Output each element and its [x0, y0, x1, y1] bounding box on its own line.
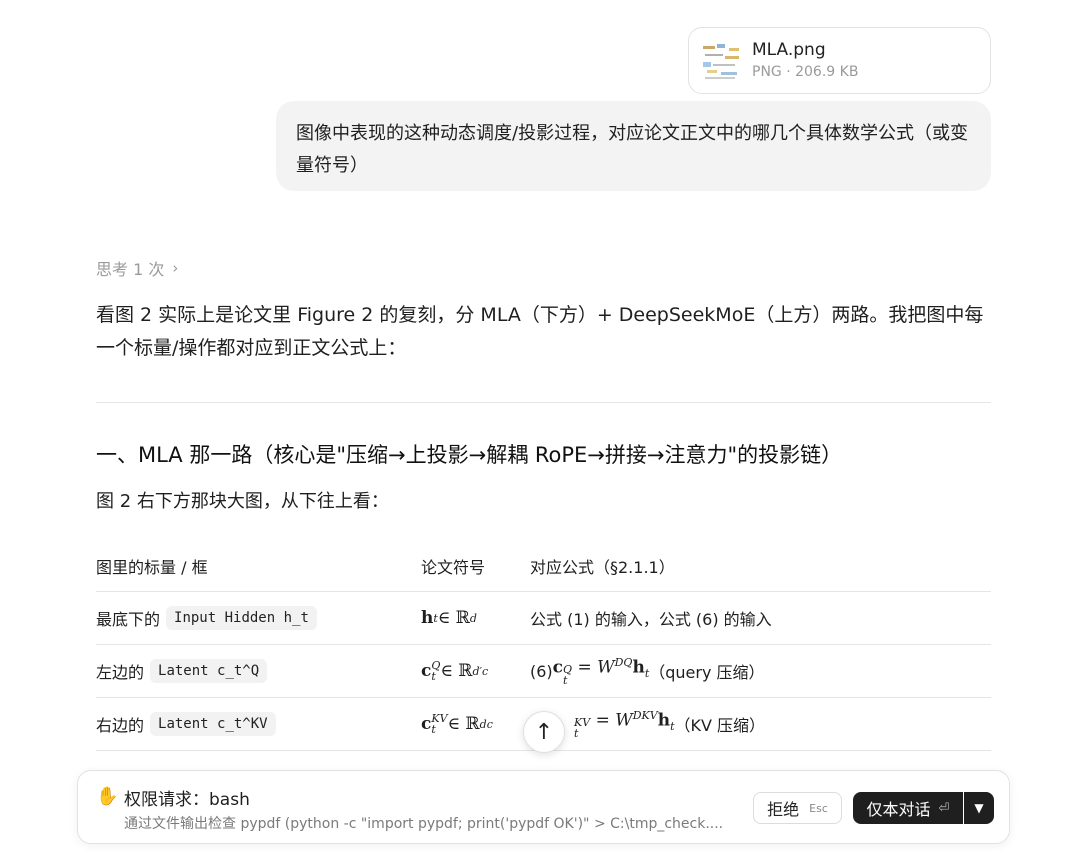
row-prefix: 左边的 [96, 663, 145, 682]
file-name: MLA.png [752, 40, 826, 60]
row-prefix: 最底下的 [96, 610, 161, 629]
table-header-row: 图里的标量 / 框 论文符号 对应公式（§2.1.1） [96, 540, 991, 592]
formula-ref: 公式 (1) 的输入，公式 (6) 的输入 [530, 610, 772, 629]
arrow-up-icon: ↑ [534, 719, 554, 745]
more-options-button[interactable]: ▼ [964, 792, 994, 824]
paper-symbol: c KV t ∈ ℝdc [421, 712, 493, 736]
table-header-cell: 论文符号 [421, 557, 486, 577]
scroll-up-button[interactable]: ↑ [523, 711, 565, 753]
image-thumbnail [701, 42, 743, 82]
table-row: 最底下的 Input Hidden h_t ht ∈ ℝd 公式 (1) 的输入… [96, 592, 991, 645]
shortcut-hint: Esc [809, 801, 828, 815]
table-header-cell: 图里的标量 / 框 [96, 557, 208, 577]
paper-symbol: cQt ∈ ℝd′c [421, 659, 489, 683]
thinking-label: 思考 1 次 [96, 260, 165, 279]
attachment-card[interactable]: MLA.png PNG · 206.9 KB [688, 27, 991, 94]
answer-intro: 看图 2 实际上是论文里 Figure 2 的复刻，分 MLA（下方）+ Dee… [96, 304, 984, 359]
table-row: 左边的 Latent c_t^Q cQt ∈ ℝd′c (6) cQt = WD… [96, 645, 991, 698]
paper-symbol: ht ∈ ℝd [421, 608, 477, 628]
row-prefix: 右边的 [96, 716, 145, 735]
permission-title: 权限请求：bash [124, 790, 250, 810]
file-meta: PNG · 206.9 KB [752, 64, 859, 80]
hand-icon: ✋ [96, 786, 119, 807]
reject-button[interactable]: 拒绝 Esc [753, 792, 842, 824]
table-header-cell: 对应公式（§2.1.1） [530, 557, 675, 577]
allow-this-chat-button[interactable]: 仅本对话 ⏎ [853, 792, 963, 824]
divider [96, 402, 991, 403]
allow-label: 仅本对话 [866, 800, 931, 819]
section-title: 一、MLA 那一路（核心是"压缩→上投影→解耦 RoPE→拼接→注意力"的投影链… [96, 443, 843, 467]
inline-code: Latent c_t^Q [150, 659, 268, 683]
permission-request-panel: ✋ 权限请求：bash 通过文件输出检查 pypdf (python -c "i… [77, 770, 1010, 844]
reject-label: 拒绝 [767, 800, 800, 819]
inline-code: Latent c_t^KV [150, 712, 276, 736]
enter-icon: ⏎ [938, 800, 950, 816]
chevron-down-icon: ▼ [974, 801, 984, 815]
inline-code: Input Hidden h_t [166, 606, 317, 630]
chevron-right-icon: › [172, 259, 179, 277]
formula-ref: KV t = WDKVht （KV 压缩） [574, 709, 766, 740]
user-message-bubble: 图像中表现的这种动态调度/投影过程，对应论文正文中的哪几个具体数学公式（或变量符… [276, 101, 991, 191]
section-subtitle: 图 2 右下方那块大图，从下往上看： [96, 491, 389, 512]
thinking-toggle[interactable]: 思考 1 次 › [96, 256, 178, 280]
permission-description: 通过文件输出检查 pypdf (python -c "import pypdf;… [124, 816, 724, 832]
formula-ref: (6) cQt = WDQht （query 压缩） [530, 656, 765, 687]
